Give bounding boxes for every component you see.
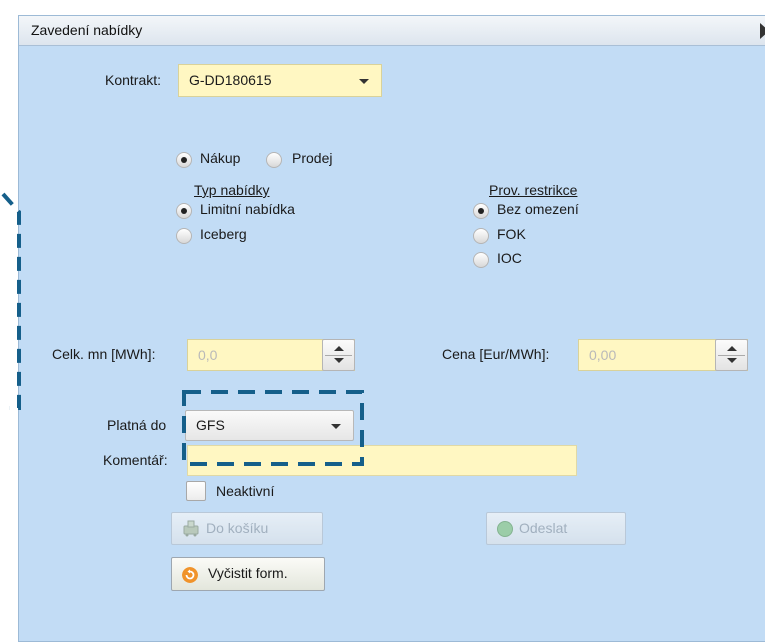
sell-label: Prodej <box>292 150 333 166</box>
offer-type-header: Typ nabídky <box>194 182 270 198</box>
buy-label: Nákup <box>200 150 241 166</box>
quantity-label: Celk. mn [MWh]: <box>52 346 156 362</box>
valid-until-label: Platná do <box>107 417 167 433</box>
price-label: Cena [Eur/MWh]: <box>442 346 550 362</box>
restriction-radio-fok[interactable] <box>473 228 489 244</box>
offer-entry-panel: Zavedení nabídky <box>18 15 765 642</box>
sell-radio[interactable] <box>266 152 282 168</box>
contract-value: G-DD180615 <box>189 72 272 88</box>
spin-down-icon[interactable] <box>727 358 737 363</box>
restriction-radio-ioc[interactable] <box>473 252 489 268</box>
refresh-icon <box>182 567 198 583</box>
add-to-cart-button[interactable]: Do košíku <box>171 512 323 545</box>
contract-select[interactable]: G-DD180615 <box>178 64 382 97</box>
spin-up-icon[interactable] <box>727 346 737 351</box>
restriction-header: Prov. restrikce <box>489 182 578 198</box>
comment-label: Komentář: <box>103 452 168 468</box>
price-value: 0,00 <box>589 347 617 363</box>
spin-up-icon[interactable] <box>334 346 344 351</box>
offer-type-radio-iceberg[interactable] <box>176 228 192 244</box>
annotation-dashed-box <box>182 390 364 466</box>
chevron-down-icon <box>359 79 369 84</box>
restriction-label-fok: FOK <box>497 226 526 242</box>
price-field[interactable]: 0,00 <box>578 339 748 371</box>
quantity-value: 0,0 <box>198 347 218 363</box>
offer-type-label-limit: Limitní nabídka <box>200 201 295 217</box>
add-to-cart-label: Do košíku <box>206 520 269 536</box>
collapse-arrow-icon[interactable] <box>760 23 765 39</box>
offer-type-radio-limit[interactable] <box>176 203 192 219</box>
offer-type-label-iceberg: Iceberg <box>200 226 247 242</box>
contract-label: Kontrakt: <box>105 72 162 88</box>
spin-down-icon[interactable] <box>334 358 344 363</box>
send-icon <box>497 521 513 537</box>
cart-icon <box>183 520 199 537</box>
clear-form-button[interactable]: Vyčistit form. <box>171 557 325 591</box>
quantity-stepper[interactable] <box>322 339 355 371</box>
send-label: Odeslat <box>519 520 568 536</box>
price-stepper[interactable] <box>715 339 748 371</box>
restriction-label-none: Bez omezení <box>497 201 579 217</box>
quantity-field[interactable]: 0,0 <box>187 339 355 371</box>
panel-header: Zavedení nabídky <box>19 16 765 46</box>
buy-radio[interactable] <box>176 152 192 168</box>
annotation-dashed-outline-left <box>1 192 21 410</box>
restriction-radio-none[interactable] <box>473 203 489 219</box>
inactive-label: Neaktivní <box>216 483 275 499</box>
restriction-label-ioc: IOC <box>497 250 522 266</box>
inactive-checkbox[interactable] <box>186 481 206 501</box>
clear-form-label: Vyčistit form. <box>208 565 288 581</box>
panel-title: Zavedení nabídky <box>31 22 143 38</box>
send-button[interactable]: Odeslat <box>486 512 626 545</box>
